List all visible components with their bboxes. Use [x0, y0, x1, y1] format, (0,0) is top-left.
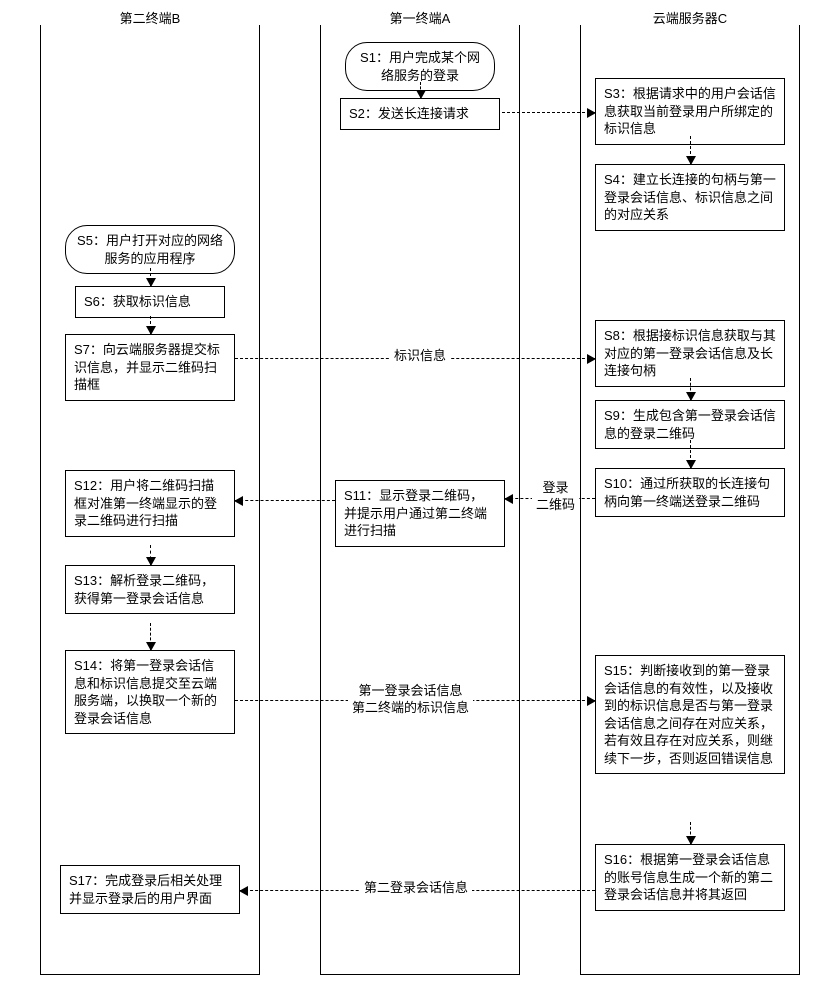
- node-s10: S10：通过所获取的长连接句柄向第一终端送登录二维码: [595, 468, 785, 517]
- conn-s5-s6: [150, 268, 151, 286]
- conn-s15-s16: [690, 822, 691, 844]
- node-s7: S7：向云端服务器提交标识信息，并显示二维码扫描框: [65, 334, 235, 401]
- node-s2: S2：发送长连接请求: [340, 98, 500, 130]
- label-id-info: 标识信息: [390, 348, 450, 365]
- arrow-s11-s12: [235, 500, 335, 501]
- node-s17: S17：完成登录后相关处理并显示登录后的用户界面: [60, 865, 240, 914]
- node-s5: S5：用户打开对应的网络服务的应用程序: [65, 225, 235, 274]
- lane-a-title: 第一终端A: [321, 8, 519, 27]
- node-s3: S3：根据请求中的用户会话信息获取当前登录用户所绑定的标识信息: [595, 78, 785, 145]
- node-s15: S15：判断接收到的第一登录会话信息的有效性，以及接收到的标识信息是否与第一登录…: [595, 655, 785, 774]
- node-s12: S12：用户将二维码扫描框对准第一终端显示的登录二维码进行扫描: [65, 470, 235, 537]
- conn-s13-s14: [150, 623, 151, 650]
- lane-c-title: 云端服务器C: [581, 8, 799, 27]
- conn-s9-s10: [690, 440, 691, 468]
- node-s13: S13：解析登录二维码，获得第一登录会话信息: [65, 565, 235, 614]
- node-s8: S8：根据接标识信息获取与其对应的第一登录会话信息及长连接句柄: [595, 320, 785, 387]
- conn-s3-s4: [690, 136, 691, 164]
- node-s16: S16：根据第一登录会话信息的账号信息生成一个新的第二登录会话信息并将其返回: [595, 844, 785, 911]
- conn-s1-s2: [420, 82, 421, 98]
- node-s14: S14：将第一登录会话信息和标识信息提交至云端服务端，以换取一个新的登录会话信息: [65, 650, 235, 734]
- lane-b-title: 第二终端B: [41, 8, 259, 27]
- label-second-session: 第二登录会话信息: [360, 880, 472, 897]
- node-s4: S4：建立长连接的句柄与第一登录会话信息、标识信息之间的对应关系: [595, 164, 785, 231]
- conn-s12-s13: [150, 545, 151, 565]
- arrow-s2-s3: [502, 112, 595, 113]
- node-s6: S6：获取标识信息: [75, 286, 225, 318]
- label-login-qr: 登录 二维码: [532, 480, 579, 514]
- conn-s8-s9: [690, 378, 691, 400]
- conn-s6-s7: [150, 316, 151, 334]
- label-first-session: 第一登录会话信息 第二终端的标识信息: [348, 683, 473, 717]
- node-s11: S11：显示登录二维码，并提示用户通过第二终端进行扫描: [335, 480, 505, 547]
